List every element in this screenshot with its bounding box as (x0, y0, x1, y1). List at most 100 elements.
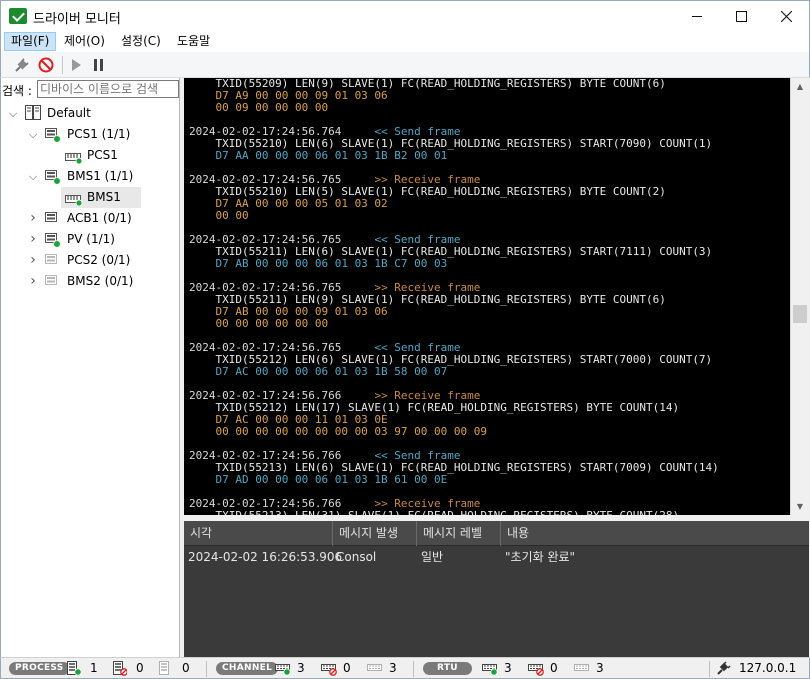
frame-console[interactable]: TXID(55209) LEN(9) SLAVE(1) FC(READ_HOLD… (184, 78, 809, 515)
log-content: "초기화 완료" (505, 550, 576, 564)
scroll-down-arrow-icon[interactable]: ▼ (791, 498, 809, 515)
window-title: 드라이버 모니터 (33, 12, 121, 27)
console-content: TXID(55209) LEN(9) SLAVE(1) FC(READ_HOLD… (189, 78, 719, 515)
log-level: 일반 (421, 550, 444, 564)
rtu-off-icon (574, 661, 589, 676)
tree-node[interactable]: › PV (1/1) (1, 229, 180, 250)
console-line: 00 00 (189, 209, 249, 222)
menu-control[interactable]: 제어(O) (58, 32, 111, 51)
tree-leaf[interactable]: PCS1 (1, 145, 180, 166)
device-icon (65, 150, 83, 165)
chevron-right-icon[interactable]: › (27, 208, 39, 229)
console-line: 00 00 00 00 00 00 (189, 317, 329, 330)
tree-node[interactable]: ⌵ BMS1 (1/1) (1, 166, 180, 187)
connect-button[interactable] (13, 56, 31, 74)
minimize-button[interactable] (674, 1, 719, 31)
server-ip: 127.0.0.1 (739, 661, 797, 675)
maximize-button[interactable] (719, 1, 764, 31)
device-icon (65, 192, 83, 207)
tree-node[interactable]: › ACB1 (0/1) (1, 208, 180, 229)
tree-node-label: Default (47, 106, 91, 120)
device-tree-panel: 검색 : ⌵ Default ⌵ PCS1 (1/1) PCS1 ⌵ BMS1 (1/1) B… (0, 78, 180, 657)
console-scrollbar[interactable]: ▲ ▼ (790, 78, 809, 515)
search-input[interactable] (37, 80, 179, 98)
device-group-icon (45, 170, 61, 185)
process-off-icon (159, 661, 173, 676)
process-error-icon (113, 661, 128, 676)
toolbar-separator (62, 56, 63, 74)
channel-error-count: 0 (343, 661, 351, 675)
plug-status-icon (717, 661, 731, 676)
process-ok-icon (67, 661, 82, 676)
title-bar: 드라이버 모니터 (0, 0, 810, 30)
console-line: D7 AC 00 00 00 06 01 03 1B 58 00 07 (189, 365, 448, 378)
console-line: D7 AD 00 00 00 06 01 03 1B 61 00 0E (189, 473, 448, 486)
status-bar: PROCESS 1 0 0 CHANNEL 3 0 3 RTU 3 0 3 12… (0, 657, 810, 679)
tree-node-label: PV (1/1) (67, 232, 115, 246)
chevron-right-icon[interactable]: › (27, 250, 39, 271)
close-button[interactable] (764, 1, 809, 31)
process-off-count: 0 (182, 661, 190, 675)
status-separator (709, 661, 710, 677)
app-logo-icon (9, 8, 27, 24)
pause-icon (94, 59, 103, 71)
tree-node-label: PCS1 (1/1) (67, 127, 131, 141)
close-icon (781, 10, 792, 22)
status-separator (413, 661, 414, 677)
rtu-badge: RTU (423, 662, 472, 675)
chevron-right-icon[interactable]: › (27, 271, 39, 292)
process-error-count: 0 (136, 661, 144, 675)
device-group-icon (45, 275, 61, 289)
rtu-ok-icon (482, 661, 498, 676)
tree-node-label: BMS1 (87, 190, 121, 204)
play-button[interactable] (67, 56, 85, 74)
scroll-thumb[interactable] (793, 305, 807, 323)
chevron-down-icon[interactable]: ⌵ (7, 103, 19, 124)
log-header: 시각 메시지 발생 메시지 레벨 내용 (184, 521, 809, 546)
table-row[interactable]: 2024-02-02 16:26:53.906 Consol 일반 "초기화 완… (184, 547, 809, 567)
tree-node-label: ACB1 (0/1) (67, 211, 132, 225)
tree-node[interactable]: ⌵ PCS1 (1/1) (1, 124, 180, 145)
console-line: D7 AA 00 00 00 05 01 03 02 (189, 197, 388, 210)
chevron-down-icon[interactable]: ⌵ (27, 124, 39, 145)
process-ok-count: 1 (90, 661, 98, 675)
tree-leaf[interactable]: BMS1 (61, 187, 141, 208)
console-line: D7 AB 00 00 00 06 01 03 1B C7 00 03 (189, 257, 448, 270)
device-group-icon (45, 254, 61, 268)
menu-settings[interactable]: 설정(C) (115, 32, 167, 51)
play-icon (72, 59, 81, 71)
log-col-time[interactable]: 시각 (184, 521, 333, 546)
log-col-level[interactable]: 메시지 레벨 (417, 521, 501, 546)
menu-file[interactable]: 파일(F) (4, 32, 57, 51)
tree-node[interactable]: › BMS2 (0/1) (1, 271, 180, 292)
pause-button[interactable] (90, 56, 108, 74)
rtu-error-count: 0 (550, 661, 558, 675)
device-group-icon (45, 128, 61, 143)
tree-node-label: PCS2 (0/1) (67, 253, 131, 267)
chevron-right-icon[interactable]: › (27, 229, 39, 250)
tree-node-root[interactable]: ⌵ Default (1, 103, 180, 124)
chevron-down-icon[interactable]: ⌵ (27, 166, 39, 187)
tree-node-label: BMS2 (0/1) (67, 274, 134, 288)
scroll-up-arrow-icon[interactable]: ▲ (791, 78, 809, 95)
log-col-content[interactable]: 내용 (501, 521, 809, 546)
rtu-error-icon (528, 661, 544, 676)
device-group-icon (45, 212, 61, 226)
process-badge: PROCESS (9, 662, 70, 675)
stop-button[interactable] (37, 56, 55, 74)
tree-node-label: PCS1 (87, 148, 118, 162)
menu-bar: 파일(F) 제어(O) 설정(C) 도움말 (0, 30, 810, 52)
menu-help[interactable]: 도움말 (171, 32, 216, 51)
log-col-source[interactable]: 메시지 발생 (333, 521, 417, 546)
channel-ok-icon (275, 661, 291, 676)
console-line: 00 00 00 00 00 00 00 00 03 97 00 00 00 0… (189, 425, 488, 438)
channel-off-count: 3 (389, 661, 397, 675)
channel-badge: CHANNEL (216, 662, 279, 675)
tree-node-label: BMS1 (1/1) (67, 169, 134, 183)
channel-ok-count: 3 (297, 661, 305, 675)
prohibited-icon (38, 57, 54, 73)
rtu-off-count: 3 (596, 661, 604, 675)
tree-node[interactable]: › PCS2 (0/1) (1, 250, 180, 271)
channel-off-icon (367, 661, 382, 676)
message-log-grid: 시각 메시지 발생 메시지 레벨 내용 2024-02-02 16:26:53.… (184, 521, 809, 657)
